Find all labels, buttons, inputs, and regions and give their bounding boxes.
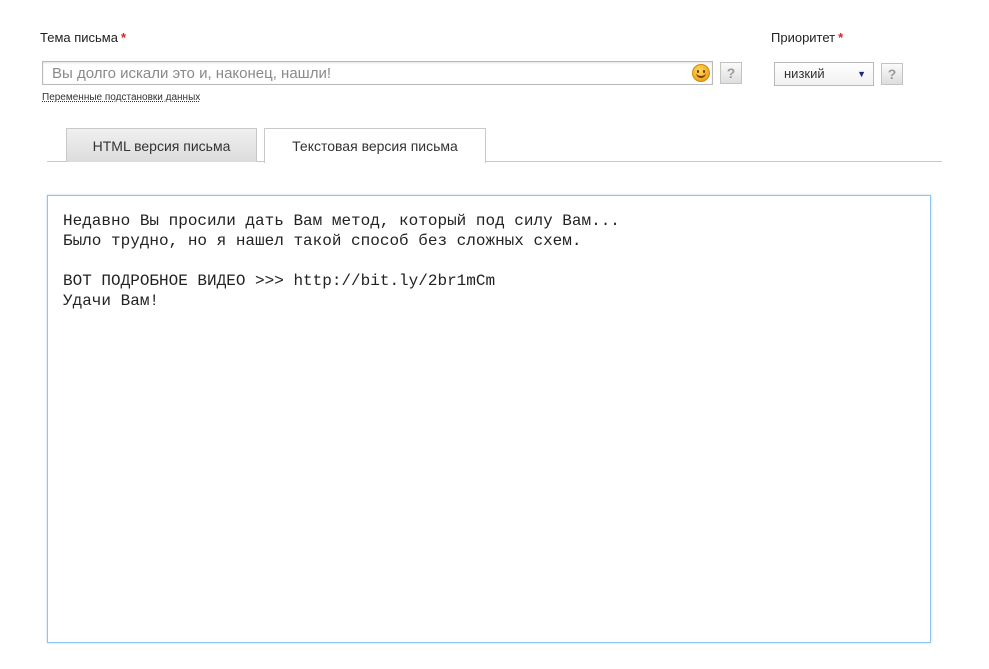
tab-text-version[interactable]: Текстовая версия письма [264,128,486,163]
priority-help-button[interactable]: ? [881,63,903,85]
subject-label-text: Тема письма [40,30,118,45]
chevron-down-icon: ▼ [857,69,866,79]
priority-select[interactable]: низкий ▼ [774,62,874,86]
text-version-editor[interactable]: Недавно Вы просили дать Вам метод, котор… [47,195,931,643]
priority-selected-value: низкий [784,66,825,81]
variables-link[interactable]: Переменные подстановки данных [42,92,200,103]
email-compose-form: Тема письма* ? Переменные подстановки да… [0,0,989,669]
subject-label: Тема письма * [40,30,126,45]
smiley-icon[interactable] [692,64,710,82]
required-mark: * [120,30,127,45]
subject-input[interactable] [42,61,713,85]
required-mark: * [838,30,844,45]
priority-label-text: Приоритет [771,30,836,45]
tab-html-version[interactable]: HTML версия письма [66,128,257,162]
subject-help-button[interactable]: ? [720,62,742,84]
priority-label: Приоритет * [771,30,843,45]
